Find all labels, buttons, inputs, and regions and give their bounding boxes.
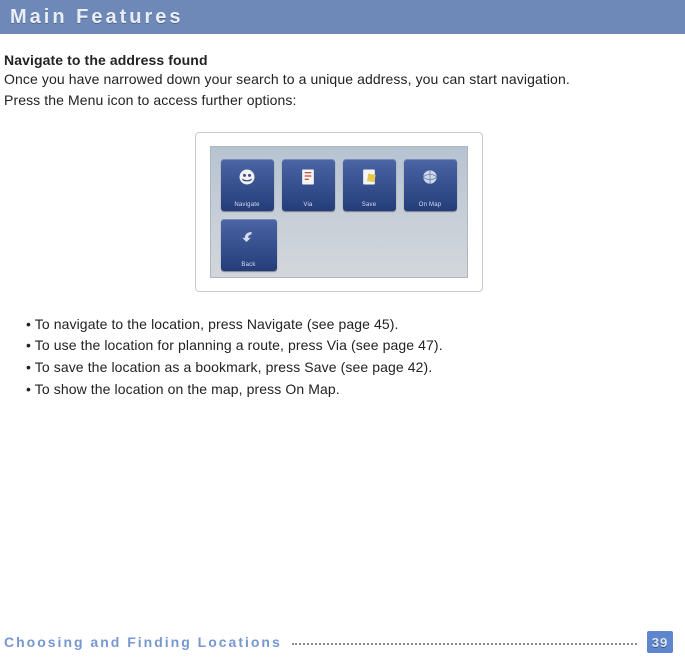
tile-back-label: Back [221,262,277,268]
section-paragraph-1: Once you have narrowed down your search … [4,70,673,89]
via-icon [298,167,318,187]
back-icon [239,227,259,247]
onmap-icon [420,167,440,187]
figure-wrapper: Navigate Via Save On Map [4,132,673,292]
device-screen: Navigate Via Save On Map [210,146,468,278]
page-footer: Choosing and Finding Locations 39 [0,631,685,653]
tile-navigate-label: Navigate [221,202,274,208]
tile-save-label: Save [343,202,396,208]
header-bar: Main Features [0,0,685,34]
tile-onmap-label: On Map [404,202,457,208]
footer-leader-dots [292,643,637,645]
tile-row-1: Navigate Via Save On Map [221,159,457,211]
device-screenshot-frame: Navigate Via Save On Map [195,132,483,292]
page-number-badge: 39 [647,631,673,653]
bullet-via: To use the location for planning a route… [26,335,673,357]
bullet-onmap: To show the location on the map, press O… [26,379,673,401]
navigate-icon [237,167,257,187]
bullet-navigate: To navigate to the location, press Navig… [26,314,673,336]
tile-via-label: Via [282,202,335,208]
save-icon [359,167,379,187]
bullet-save: To save the location as a bookmark, pres… [26,357,673,379]
section-paragraph-2: Press the Menu icon to access further op… [4,91,673,110]
tile-back: Back [221,219,277,271]
tile-navigate: Navigate [221,159,274,211]
tile-onmap: On Map [404,159,457,211]
footer-chapter: Choosing and Finding Locations [4,634,282,650]
content-area: Navigate to the address found Once you h… [0,34,685,401]
section-heading: Navigate to the address found [4,52,673,68]
tile-row-2: Back [221,219,457,271]
tile-via: Via [282,159,335,211]
page-title: Main Features [10,6,183,29]
tile-save: Save [343,159,396,211]
tile-grid: Navigate Via Save On Map [221,159,457,279]
bullet-list: To navigate to the location, press Navig… [26,314,673,401]
